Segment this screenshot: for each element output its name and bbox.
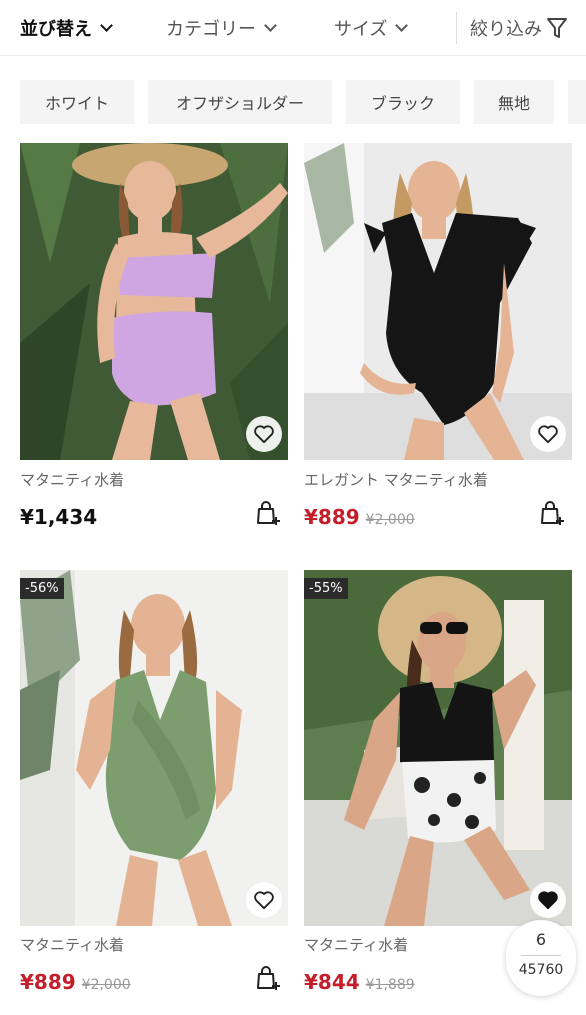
- heart-filled-icon: [538, 891, 558, 910]
- add-to-cart-icon[interactable]: [254, 964, 282, 992]
- chip-label: 無地: [497, 94, 530, 113]
- discount-badge: -56%: [20, 578, 64, 599]
- chip-white[interactable]: ホワイト: [20, 80, 134, 124]
- product-price: ¥889 ¥2,000: [304, 505, 415, 529]
- chip-label: ホワイト: [44, 94, 109, 113]
- chip-label: オフザショルダー: [175, 94, 304, 113]
- product-card[interactable]: マタニティ水着 ¥1,434: [20, 143, 288, 543]
- sale-price: ¥889: [304, 505, 360, 529]
- funnel-icon: [547, 18, 567, 38]
- add-to-cart-icon[interactable]: [538, 499, 566, 527]
- size-label: サイズ: [334, 19, 388, 40]
- sale-price: ¥889: [20, 970, 76, 994]
- product-image[interactable]: -56%: [20, 570, 288, 926]
- page-indicator[interactable]: 6 45760: [506, 920, 576, 996]
- chip-black[interactable]: ブラック: [346, 80, 460, 124]
- sort-label: 並び替え: [20, 19, 92, 40]
- product-name: マタニティ水着: [20, 471, 125, 489]
- favorite-button[interactable]: [530, 882, 566, 918]
- product-card[interactable]: エレガント マタニティ水着 ¥889 ¥2,000: [304, 143, 572, 543]
- sort-filter-bar: 並び替え カテゴリー サイズ 絞り込み: [0, 0, 586, 56]
- heart-icon: [538, 425, 558, 444]
- product-price: ¥844 ¥1,889: [304, 970, 415, 994]
- chevron-down-icon: [264, 19, 277, 32]
- size-dropdown[interactable]: サイズ: [334, 14, 409, 42]
- toolbar-divider: [456, 12, 457, 44]
- chip-plain[interactable]: 無地: [474, 80, 554, 124]
- chip-off-shoulder[interactable]: オフザショルダー: [148, 80, 332, 124]
- product-image[interactable]: -55%: [304, 570, 572, 926]
- filter-button[interactable]: 絞り込み: [470, 14, 568, 42]
- current-page: 6: [535, 930, 547, 949]
- filter-chip-row: ホワイト オフザショルダー ブラック 無地: [0, 80, 586, 124]
- product-price: ¥1,434: [20, 505, 97, 529]
- discount-badge: -55%: [304, 578, 348, 599]
- sale-price: ¥844: [304, 970, 360, 994]
- original-price: ¥2,000: [81, 977, 131, 993]
- page-separator: [521, 955, 561, 956]
- chevron-down-icon: [395, 19, 409, 32]
- heart-icon: [254, 425, 274, 444]
- chip-label: ブラック: [370, 94, 435, 113]
- favorite-button[interactable]: [246, 416, 282, 452]
- add-to-cart-icon[interactable]: [254, 499, 282, 527]
- sort-dropdown[interactable]: 並び替え: [20, 14, 113, 42]
- original-price: ¥1,889: [365, 977, 415, 993]
- product-name: マタニティ水着: [20, 936, 125, 954]
- current-price: ¥1,434: [20, 505, 98, 529]
- original-price: ¥2,000: [365, 512, 415, 528]
- chip-more[interactable]: [568, 80, 586, 124]
- category-label: カテゴリー: [166, 19, 256, 40]
- product-price: ¥889 ¥2,000: [20, 970, 131, 994]
- favorite-button[interactable]: [530, 416, 566, 452]
- product-card[interactable]: -56% マタニティ水着 ¥889 ¥2,000: [20, 570, 288, 1000]
- heart-icon: [254, 891, 274, 910]
- product-image[interactable]: [304, 143, 572, 460]
- favorite-button[interactable]: [246, 882, 282, 918]
- product-name: マタニティ水着: [304, 936, 409, 954]
- chevron-down-icon: [100, 19, 113, 32]
- filter-label: 絞り込み: [470, 19, 542, 40]
- product-image[interactable]: [20, 143, 288, 460]
- total-count: 45760: [518, 962, 564, 978]
- product-name: エレガント マタニティ水着: [304, 471, 488, 489]
- category-dropdown[interactable]: カテゴリー: [166, 14, 277, 42]
